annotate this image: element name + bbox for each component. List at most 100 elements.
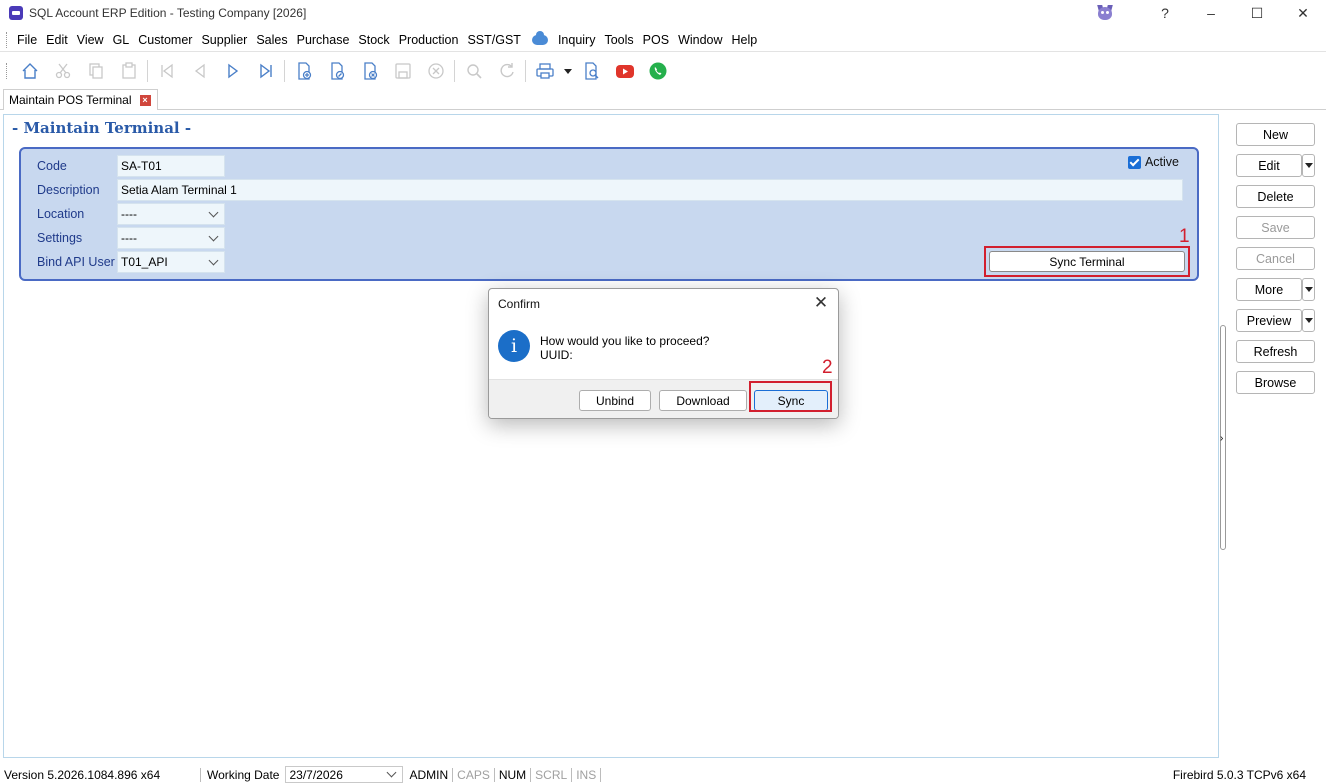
- status-separator: [571, 767, 573, 782]
- title-bar: SQL Account ERP Edition - Testing Compan…: [0, 0, 1326, 26]
- refresh-icon[interactable]: [490, 56, 523, 86]
- menu-sst-gst[interactable]: SST/GST: [463, 33, 524, 47]
- splitter-arrow-icon[interactable]: ›: [1220, 433, 1223, 444]
- description-label: Description: [37, 183, 100, 197]
- menu-tools[interactable]: Tools: [600, 33, 637, 47]
- dialog-close-icon[interactable]: ✕: [811, 293, 831, 313]
- location-select[interactable]: ----: [117, 203, 225, 225]
- caps-indicator: CAPS: [457, 767, 490, 782]
- status-separator: [530, 767, 532, 782]
- cloud-icon[interactable]: [531, 30, 548, 45]
- menu-sales[interactable]: Sales: [252, 33, 291, 47]
- menu-gl[interactable]: GL: [109, 33, 134, 47]
- bind-api-user-label: Bind API User: [37, 255, 115, 269]
- copy-icon[interactable]: [79, 56, 112, 86]
- help-button[interactable]: ?: [1142, 0, 1188, 26]
- search-icon[interactable]: [457, 56, 490, 86]
- edit-document-icon[interactable]: [320, 56, 353, 86]
- active-label: Active: [1144, 155, 1179, 169]
- edit-button[interactable]: Edit: [1236, 154, 1302, 177]
- status-separator: [493, 767, 495, 782]
- terminal-details-panel: Code SA-T01 Description Setia Alam Termi…: [19, 147, 1199, 281]
- new-button[interactable]: New: [1236, 123, 1315, 146]
- status-separator: [600, 767, 602, 782]
- menu-stock[interactable]: Stock: [354, 33, 393, 47]
- tab-label: Maintain POS Terminal: [9, 93, 132, 107]
- chevron-down-icon: [1304, 318, 1313, 323]
- close-tab-icon[interactable]: ×: [139, 94, 151, 106]
- location-value: ----: [121, 207, 137, 221]
- code-row: Code SA-T01: [37, 155, 225, 177]
- menu-help[interactable]: Help: [728, 33, 762, 47]
- last-record-icon[interactable]: [249, 56, 282, 86]
- home-icon[interactable]: [13, 56, 46, 86]
- settings-select[interactable]: ----: [117, 227, 225, 249]
- menu-window[interactable]: Window: [674, 33, 726, 47]
- new-document-icon[interactable]: [287, 56, 320, 86]
- chevron-down-icon: [208, 231, 219, 241]
- step-marker-1: 1: [1179, 226, 1190, 247]
- print-dropdown-icon[interactable]: [561, 56, 575, 86]
- more-dropdown-button[interactable]: [1302, 278, 1315, 301]
- menu-supplier[interactable]: Supplier: [197, 33, 251, 47]
- minimize-button[interactable]: –: [1188, 0, 1234, 26]
- database-info: Firebird 5.0.3 TCPv6 x64: [1172, 767, 1306, 782]
- dialog-question: How would you like to proceed?: [540, 334, 710, 348]
- paste-icon[interactable]: [112, 56, 145, 86]
- chevron-down-icon: [1304, 287, 1313, 292]
- preview-dropdown-button[interactable]: [1302, 309, 1315, 332]
- menu-view[interactable]: View: [73, 33, 108, 47]
- version-text: Version 5.2026.1084.896 x64: [4, 767, 161, 782]
- tab-maintain-pos-terminal[interactable]: Maintain POS Terminal ×: [3, 89, 158, 110]
- info-icon: i: [498, 330, 530, 362]
- menu-customer[interactable]: Customer: [134, 33, 196, 47]
- whatsapp-icon[interactable]: [641, 56, 674, 86]
- edit-dropdown-button[interactable]: [1302, 154, 1315, 177]
- document-tab-strip: Maintain POS Terminal ×: [0, 88, 1326, 110]
- print-icon[interactable]: [528, 56, 561, 86]
- menu-inquiry[interactable]: Inquiry: [554, 33, 600, 47]
- menu-production[interactable]: Production: [395, 33, 463, 47]
- menu-purchase[interactable]: Purchase: [293, 33, 354, 47]
- description-field[interactable]: Setia Alam Terminal 1: [117, 179, 1183, 201]
- sync-terminal-button[interactable]: Sync Terminal: [989, 251, 1185, 272]
- preview-icon[interactable]: [575, 56, 608, 86]
- delete-document-icon[interactable]: [353, 56, 386, 86]
- previous-record-icon[interactable]: [183, 56, 216, 86]
- menu-edit[interactable]: Edit: [42, 33, 72, 47]
- page-title: - Maintain Terminal -: [12, 119, 192, 137]
- menu-file[interactable]: File: [13, 33, 41, 47]
- download-button[interactable]: Download: [659, 390, 747, 411]
- bind-api-user-value: T01_API: [121, 255, 168, 269]
- bind-api-user-select[interactable]: T01_API: [117, 251, 225, 273]
- close-window-button[interactable]: ✕: [1280, 0, 1326, 26]
- save-icon[interactable]: [386, 56, 419, 86]
- scrl-indicator: SCRL: [535, 767, 568, 782]
- sync-terminal-highlight: Sync Terminal: [984, 246, 1190, 277]
- toolbar-separator: [525, 60, 526, 82]
- dialog-message: How would you like to proceed? UUID:: [540, 334, 709, 362]
- cancel-icon[interactable]: [419, 56, 452, 86]
- next-record-icon[interactable]: [216, 56, 249, 86]
- menu-pos[interactable]: POS: [639, 33, 673, 47]
- form-area: - Maintain Terminal - Code SA-T01 Descri…: [3, 114, 1219, 758]
- maximize-button[interactable]: ☐: [1234, 0, 1280, 26]
- preview-button[interactable]: Preview: [1236, 309, 1302, 332]
- browse-button[interactable]: Browse: [1236, 371, 1315, 394]
- more-button[interactable]: More: [1236, 278, 1302, 301]
- delete-button[interactable]: Delete: [1236, 185, 1315, 208]
- dialog-uuid: UUID:: [540, 348, 573, 362]
- cut-icon[interactable]: [46, 56, 79, 86]
- youtube-icon[interactable]: [608, 56, 641, 86]
- code-field[interactable]: SA-T01: [117, 155, 225, 177]
- unbind-button[interactable]: Unbind: [579, 390, 651, 411]
- active-checkbox[interactable]: Active: [1127, 155, 1179, 169]
- refresh-button[interactable]: Refresh: [1236, 340, 1315, 363]
- cancel-button[interactable]: Cancel: [1236, 247, 1315, 270]
- working-date-picker[interactable]: 23/7/2026: [285, 766, 404, 783]
- chevron-down-icon: [208, 207, 219, 217]
- mascot-icon[interactable]: [1096, 5, 1114, 21]
- first-record-icon[interactable]: [150, 56, 183, 86]
- sync-button-highlight: [749, 381, 832, 412]
- save-button[interactable]: Save: [1236, 216, 1315, 239]
